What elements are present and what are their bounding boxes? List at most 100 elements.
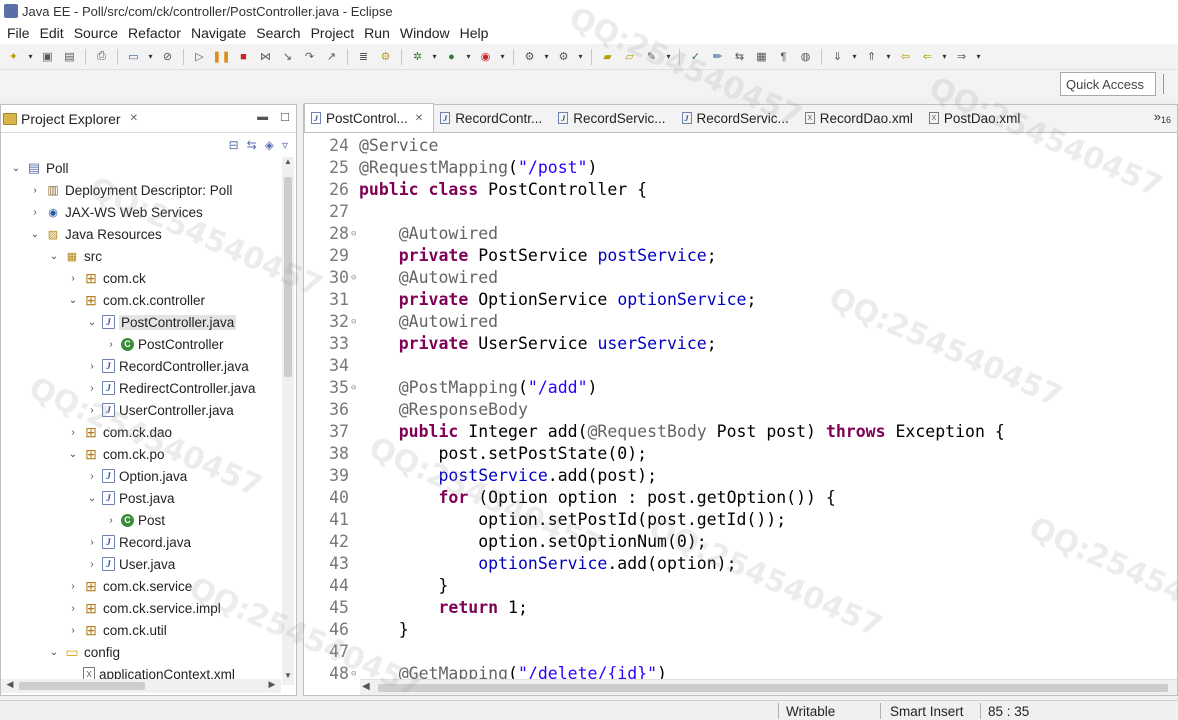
- expand-arrow-icon[interactable]: ⌄: [66, 295, 80, 306]
- collapse-arrow-icon[interactable]: ›: [85, 383, 99, 394]
- project-explorer-tab[interactable]: Project Explorer ✕: [3, 111, 138, 127]
- menu-navigate[interactable]: Navigate: [186, 25, 251, 41]
- next-annotation-dropdown-icon[interactable]: ▾: [850, 52, 859, 61]
- run-icon[interactable]: ●: [442, 48, 461, 66]
- tree-item[interactable]: › C PostController: [1, 333, 281, 355]
- expand-arrow-icon[interactable]: ⌄: [47, 251, 61, 262]
- fold-toggle-icon[interactable]: ⊖: [351, 311, 359, 333]
- tree-item[interactable]: › ▥ Deployment Descriptor: Poll: [1, 179, 281, 201]
- forward-dropdown-icon[interactable]: ▾: [974, 52, 983, 61]
- expand-arrow-icon[interactable]: ⌄: [66, 449, 80, 460]
- step-over-icon[interactable]: ↷: [300, 48, 319, 66]
- fold-toggle-icon[interactable]: ⊖: [351, 377, 359, 399]
- tree-item[interactable]: ⌄ ⊞ com.ck.controller: [1, 289, 281, 311]
- tree-item[interactable]: › ⊞ com.ck.util: [1, 619, 281, 641]
- collapse-arrow-icon[interactable]: ›: [85, 405, 99, 416]
- tree-item[interactable]: ⌄ J Post.java: [1, 487, 281, 509]
- tree-item[interactable]: › ⊞ com.ck.service.impl: [1, 597, 281, 619]
- expand-arrow-icon[interactable]: ⌄: [85, 317, 99, 328]
- search-tool-icon[interactable]: ✎: [642, 48, 661, 66]
- suspend-icon[interactable]: ❚❚: [212, 48, 231, 66]
- collapse-arrow-icon[interactable]: ›: [85, 471, 99, 482]
- tree-item[interactable]: ⌄ ▦ src: [1, 245, 281, 267]
- menu-file[interactable]: File: [2, 25, 35, 41]
- tree-item[interactable]: ⌄ ▨ Java Resources: [1, 223, 281, 245]
- collapse-arrow-icon[interactable]: ›: [85, 559, 99, 570]
- last-edit-location-icon[interactable]: ⇦: [896, 48, 915, 66]
- fold-toggle-icon[interactable]: ⊖: [351, 663, 359, 681]
- tree-item[interactable]: ⌄ ▤ Poll: [1, 157, 281, 179]
- expand-arrow-icon[interactable]: ⌄: [9, 163, 23, 174]
- scroll-down-icon[interactable]: ▼: [282, 671, 294, 685]
- debug-dropdown-icon[interactable]: ▾: [430, 52, 439, 61]
- step-return-icon[interactable]: ↗: [322, 48, 341, 66]
- new-dropdown-icon[interactable]: ▾: [26, 52, 35, 61]
- code-area[interactable]: 24 @Service 25 @RequestMapping("/post") 26 pu…: [304, 135, 1177, 681]
- menu-run[interactable]: Run: [359, 25, 395, 41]
- focus-on-active-task-icon[interactable]: ◈: [265, 138, 274, 152]
- close-icon[interactable]: ✕: [130, 113, 138, 124]
- debug-icon[interactable]: ✲: [408, 48, 427, 66]
- ant-icon[interactable]: ⚙: [376, 48, 395, 66]
- tree-item[interactable]: ⌄ ⊞ com.ck.po: [1, 443, 281, 465]
- scroll-left-icon[interactable]: ◀: [3, 679, 17, 693]
- terminate-icon[interactable]: ■: [234, 48, 253, 66]
- collapse-arrow-icon[interactable]: ›: [66, 603, 80, 614]
- collapse-arrow-icon[interactable]: ›: [85, 361, 99, 372]
- save-all-icon[interactable]: ▤: [60, 48, 79, 66]
- run-dropdown-icon[interactable]: ▾: [464, 52, 473, 61]
- minimize-icon[interactable]: ▬: [257, 111, 268, 124]
- expand-arrow-icon[interactable]: ⌄: [85, 493, 99, 504]
- collapse-arrow-icon[interactable]: ›: [66, 625, 80, 636]
- tree-item[interactable]: › J User.java: [1, 553, 281, 575]
- back-icon[interactable]: ⇐: [918, 48, 937, 66]
- editor-tab[interactable]: X RecordDao.xml: [799, 104, 923, 132]
- disconnect-icon[interactable]: ⋈: [256, 48, 275, 66]
- menu-refactor[interactable]: Refactor: [123, 25, 186, 41]
- editor-tabs-overflow[interactable]: » 16: [1154, 109, 1171, 125]
- link-with-editor-icon[interactable]: ⇆: [247, 138, 257, 152]
- open-task-icon[interactable]: ▱: [620, 48, 639, 66]
- tree-item[interactable]: › ⊞ com.ck.service: [1, 575, 281, 597]
- menu-edit[interactable]: Edit: [35, 25, 69, 41]
- toggle-mark-occurrences-icon[interactable]: ✏: [708, 48, 727, 66]
- toggle-block-selection-icon[interactable]: ⇆: [730, 48, 749, 66]
- fold-toggle-icon[interactable]: ⊖: [351, 223, 359, 245]
- tree-item[interactable]: › J UserController.java: [1, 399, 281, 421]
- scroll-right-icon[interactable]: ▶: [265, 679, 279, 693]
- scrollbar-thumb[interactable]: [19, 682, 145, 690]
- tree-item[interactable]: › J RecordController.java: [1, 355, 281, 377]
- new-icon[interactable]: ✦: [4, 48, 23, 66]
- server-dropdown-icon[interactable]: ▾: [542, 52, 551, 61]
- editor-tab[interactable]: J PostControl... ✕: [304, 103, 435, 132]
- tree-item[interactable]: › J Record.java: [1, 531, 281, 553]
- back-dropdown-icon[interactable]: ▾: [940, 52, 949, 61]
- editor-tab[interactable]: J RecordServic...: [552, 104, 675, 132]
- view-menu-icon[interactable]: ▿: [282, 138, 288, 152]
- use-step-filters-icon[interactable]: ≣: [354, 48, 373, 66]
- terminal-icon[interactable]: ▭: [124, 48, 143, 66]
- menu-help[interactable]: Help: [455, 25, 494, 41]
- editor-tab[interactable]: J RecordServic...: [676, 104, 799, 132]
- external-tools-icon[interactable]: ⚙: [554, 48, 573, 66]
- previous-annotation-dropdown-icon[interactable]: ▾: [884, 52, 893, 61]
- collapse-arrow-icon[interactable]: ›: [104, 515, 118, 526]
- tree-item[interactable]: › J RedirectController.java: [1, 377, 281, 399]
- collapse-arrow-icon[interactable]: ›: [28, 185, 42, 196]
- scrollbar-thumb[interactable]: [378, 684, 1168, 692]
- open-type-icon[interactable]: ▰: [598, 48, 617, 66]
- collapse-all-icon[interactable]: ⊟: [229, 138, 239, 152]
- expand-arrow-icon[interactable]: ⌄: [28, 229, 42, 240]
- scrollbar-thumb[interactable]: [284, 177, 292, 377]
- tree-item[interactable]: › ⊞ com.ck.dao: [1, 421, 281, 443]
- save-icon[interactable]: ▣: [38, 48, 57, 66]
- terminal-dropdown-icon[interactable]: ▾: [146, 52, 155, 61]
- quick-access-input[interactable]: Quick Access: [1060, 72, 1156, 96]
- step-into-icon[interactable]: ↘: [278, 48, 297, 66]
- resume-icon[interactable]: ▷: [190, 48, 209, 66]
- maximize-icon[interactable]: ☐: [280, 111, 290, 124]
- collapse-arrow-icon[interactable]: ›: [28, 207, 42, 218]
- scroll-left-icon[interactable]: ◀: [362, 681, 370, 692]
- show-whitespace-icon[interactable]: ▦: [752, 48, 771, 66]
- fold-toggle-icon[interactable]: ⊖: [351, 267, 359, 289]
